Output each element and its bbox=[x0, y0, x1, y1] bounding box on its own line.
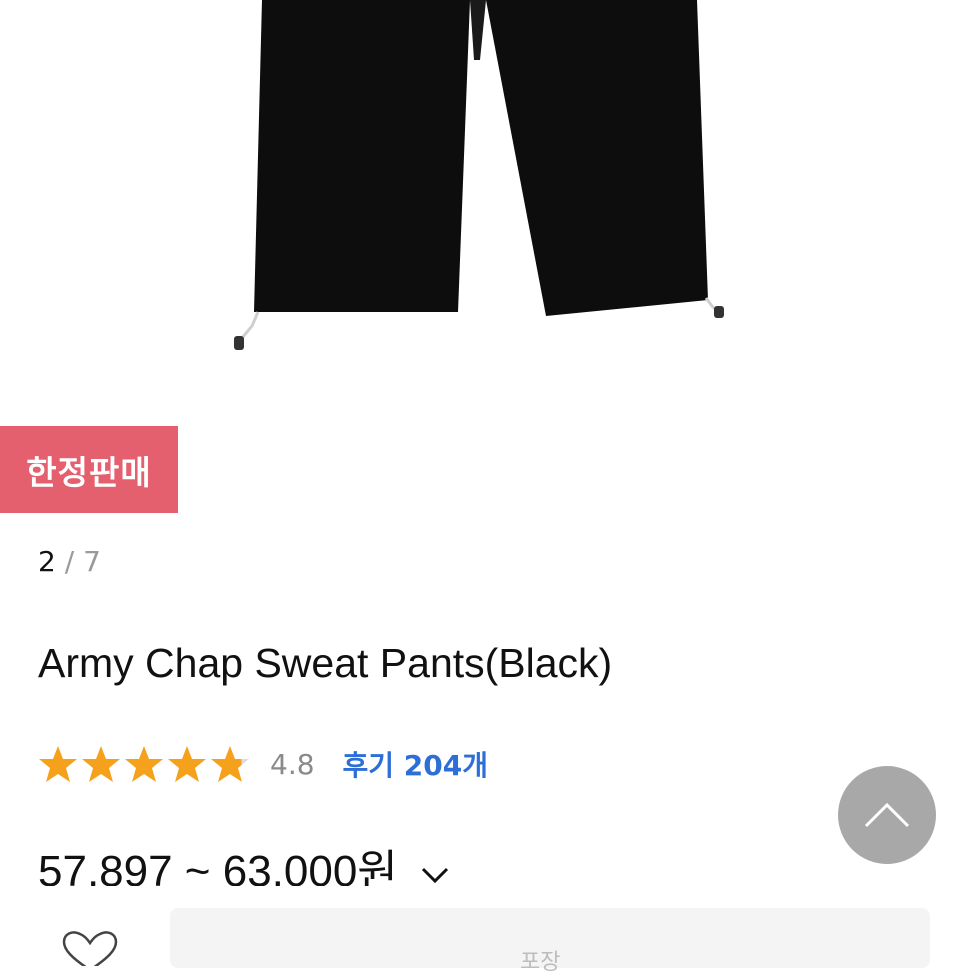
pants-image bbox=[234, 0, 724, 350]
heart-outline-icon[interactable] bbox=[58, 926, 122, 966]
pager-current: 2 bbox=[38, 545, 56, 578]
image-pager: 2 / 7 bbox=[38, 545, 101, 578]
chevron-up-icon bbox=[864, 802, 910, 828]
star-icon bbox=[82, 746, 120, 782]
product-title: Army Chap Sweat Pants(Black) bbox=[38, 640, 613, 686]
price-row[interactable]: 57,897 ~ 63,000원 bbox=[38, 846, 450, 886]
price-range: 57,897 ~ 63,000원 bbox=[38, 847, 398, 886]
product-image[interactable] bbox=[0, 0, 960, 380]
star-icon bbox=[211, 746, 249, 782]
pager-total: 7 bbox=[83, 545, 101, 578]
star-icon bbox=[39, 746, 77, 782]
bottom-panel-label: 포장 bbox=[520, 950, 561, 975]
star-icon bbox=[168, 746, 206, 782]
star-icon bbox=[125, 746, 163, 782]
pager-separator: / bbox=[64, 545, 75, 578]
chevron-down-icon[interactable] bbox=[420, 866, 450, 886]
rating-score: 4.8 bbox=[270, 747, 315, 781]
limited-sale-badge: 한정판매 bbox=[0, 426, 178, 513]
bottom-action-bar: 포장 bbox=[0, 886, 960, 975]
rating-stars bbox=[38, 744, 250, 784]
limited-sale-label: 한정판매 bbox=[26, 452, 152, 492]
scroll-top-button[interactable] bbox=[838, 766, 936, 864]
review-count-link[interactable]: 후기 204개 bbox=[343, 744, 488, 784]
rating-row: 4.8 후기 204개 bbox=[38, 742, 488, 786]
